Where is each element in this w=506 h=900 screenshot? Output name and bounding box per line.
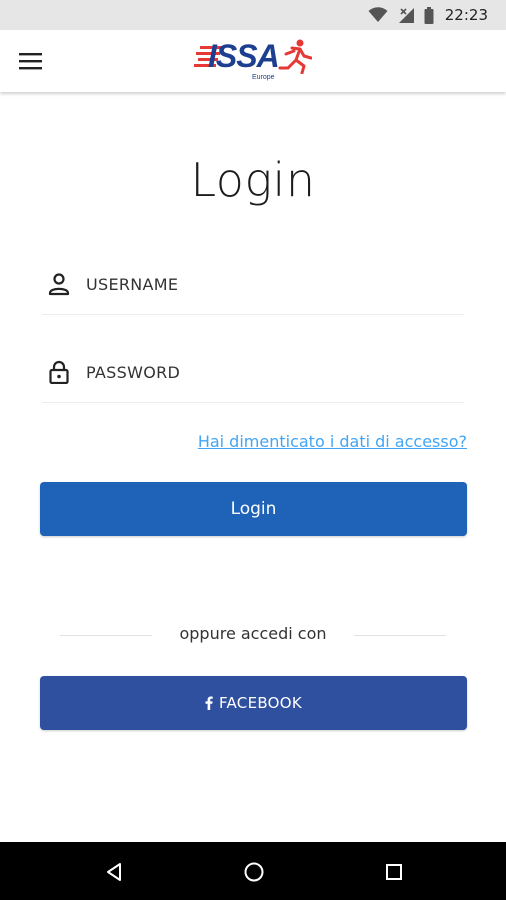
recents-icon [386,864,402,880]
person-icon [48,273,70,296]
system-nav-bar [0,842,506,900]
username-input[interactable] [86,270,446,298]
password-input[interactable] [86,358,446,386]
divider-line-right [354,635,446,636]
facebook-button-label: FACEBOOK [218,694,303,712]
logo-subtext: Europe [252,74,275,81]
nav-recents-button[interactable] [380,858,408,886]
status-icons: 22:23 [368,5,488,25]
facebook-icon [205,696,213,710]
battery-icon [424,6,434,24]
wifi-icon [368,7,388,22]
hamburger-menu-icon [19,53,42,70]
logo-text: ISSA [208,38,280,74]
app-bar: ISSA Europe [0,30,506,92]
app-logo: ISSA Europe [194,36,314,86]
nav-home-button[interactable] [240,858,268,886]
password-field [42,346,464,403]
menu-button[interactable] [14,46,48,76]
login-button[interactable]: Login [40,482,467,536]
signal-icon [398,7,414,23]
divider-text: oppure accedi con [179,624,327,643]
lock-icon [49,360,69,384]
page-title: Login [190,153,316,207]
username-field [42,258,464,315]
status-bar: 22:23 [0,0,506,30]
forgot-credentials-link[interactable]: Hai dimenticato i dati di accesso? [198,432,467,451]
home-icon [244,862,264,882]
nav-back-button[interactable] [100,858,128,886]
alternative-login-divider: oppure accedi con [60,622,446,648]
runner-icon [278,39,312,74]
facebook-login-button[interactable]: FACEBOOK [40,676,467,730]
status-time: 22:23 [444,6,488,24]
back-icon [107,863,121,881]
